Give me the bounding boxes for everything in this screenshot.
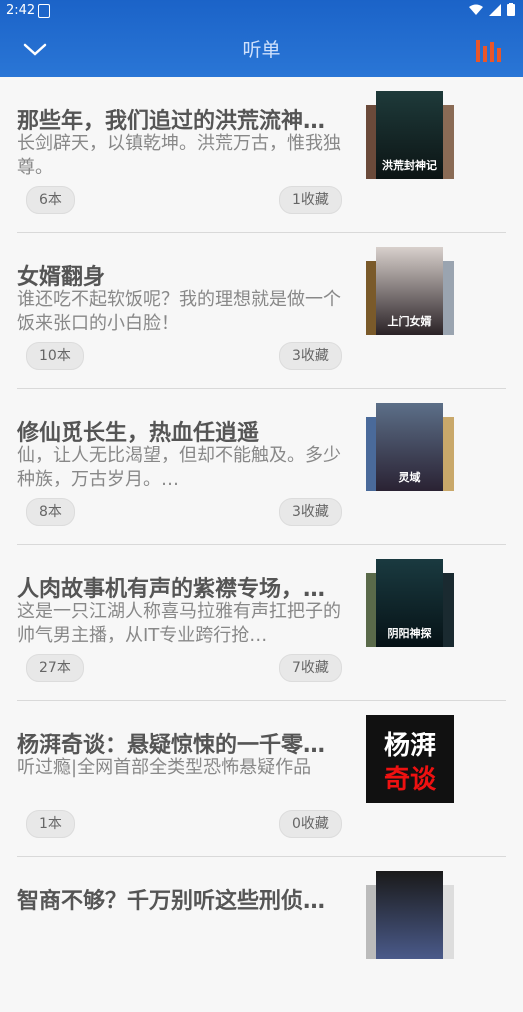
item-description: 长剑辟天，以镇乾坤。洪荒万古，惟我独尊。 [17, 133, 341, 178]
status-icons [469, 3, 515, 16]
cover-stack: 灵域 [366, 403, 456, 491]
cover-image [376, 871, 443, 959]
battery-icon [507, 3, 515, 16]
page-title: 听单 [242, 39, 281, 61]
cover-title: 洪荒封神记 [382, 159, 437, 172]
list-item[interactable]: 女婿翻身 谁还吃不起软饭呢？我的理想就是做一个饭来张口的小白脸！ 10本 3收藏… [17, 233, 506, 389]
item-description: 听过瘾|全网首部全类型恐怖悬疑作品 [17, 757, 312, 778]
favorite-count-badge: 0收藏 [279, 810, 342, 838]
list-item[interactable]: 修仙觅长生，热血任逍遥 仙，让人无比渴望，但却不能触及。多少种族，万古岁月。… … [17, 389, 506, 545]
list-item[interactable]: 人肉故事机有声的紫襟专场，… 这是一只江湖人称喜马拉雅有声扛把子的帅气男主播，从… [17, 545, 506, 701]
cover-image: 灵域 [376, 403, 443, 491]
item-title: 女婿翻身 [17, 265, 106, 290]
cover-stack [366, 871, 456, 959]
signal-icon [489, 3, 501, 16]
item-description: 仙，让人无比渴望，但却不能触及。多少种族，万古岁月。… [17, 445, 341, 490]
status-time: 2:42 [6, 3, 36, 18]
favorite-count-badge: 7收藏 [279, 654, 342, 682]
list-item[interactable]: 杨湃奇谈：悬疑惊悚的一千零… 听过瘾|全网首部全类型恐怖悬疑作品 1本 0收藏 … [17, 701, 506, 857]
favorite-count-badge: 3收藏 [279, 498, 342, 526]
list-item[interactable]: 那些年，我们追过的洪荒流神… 长剑辟天，以镇乾坤。洪荒万古，惟我独尊。 6本 1… [17, 77, 506, 233]
cover-stack: 阴阳神探 [366, 559, 456, 647]
audio-bars-icon[interactable] [475, 36, 501, 62]
item-title: 修仙觅长生，热血任逍遥 [17, 421, 260, 446]
top-bar: 2:42 听单 [0, 0, 523, 77]
favorite-count-badge: 1收藏 [279, 186, 342, 214]
cover-title: 上门女婿 [387, 315, 432, 328]
cover-image: 上门女婿 [376, 247, 443, 335]
favorite-count-badge: 3收藏 [279, 342, 342, 370]
item-title: 智商不够？千万别听这些刑侦… [17, 889, 326, 914]
cover-stack: 洪荒封神记 [366, 91, 456, 179]
item-description: 谁还吃不起软饭呢？我的理想就是做一个饭来张口的小白脸！ [17, 289, 341, 334]
playlist-list: 那些年，我们追过的洪荒流神… 长剑辟天，以镇乾坤。洪荒万古，惟我独尊。 6本 1… [0, 77, 523, 1012]
cover-image: 阴阳神探 [376, 559, 443, 647]
cover-stack: 上门女婿 [366, 247, 456, 335]
cover-image: 洪荒封神记 [376, 91, 443, 179]
book-count-badge: 6本 [26, 186, 75, 214]
status-bar: 2:42 [0, 0, 523, 22]
wifi-icon [469, 4, 483, 15]
item-description: 这是一只江湖人称喜马拉雅有声扛把子的帅气男主播，从IT专业跨行抢… [17, 601, 341, 646]
book-count-badge: 8本 [26, 498, 75, 526]
item-title: 人肉故事机有声的紫襟专场，… [17, 577, 326, 602]
cover-title: 阴阳神探 [387, 627, 432, 640]
app-header: 听单 [0, 22, 523, 77]
cover-image: 杨湃 奇谈 [366, 715, 454, 803]
cover-title: 奇谈 [383, 765, 436, 795]
book-count-badge: 10本 [26, 342, 84, 370]
book-count-badge: 27本 [26, 654, 84, 682]
item-title: 杨湃奇谈：悬疑惊悚的一千零… [17, 733, 326, 758]
sim-icon [38, 4, 50, 18]
item-title: 那些年，我们追过的洪荒流神… [17, 109, 326, 134]
book-count-badge: 1本 [26, 810, 75, 838]
list-item[interactable]: 智商不够？千万别听这些刑侦… [17, 857, 506, 1012]
cover-title: 灵域 [398, 471, 421, 484]
cover-title: 杨湃 [383, 731, 436, 761]
